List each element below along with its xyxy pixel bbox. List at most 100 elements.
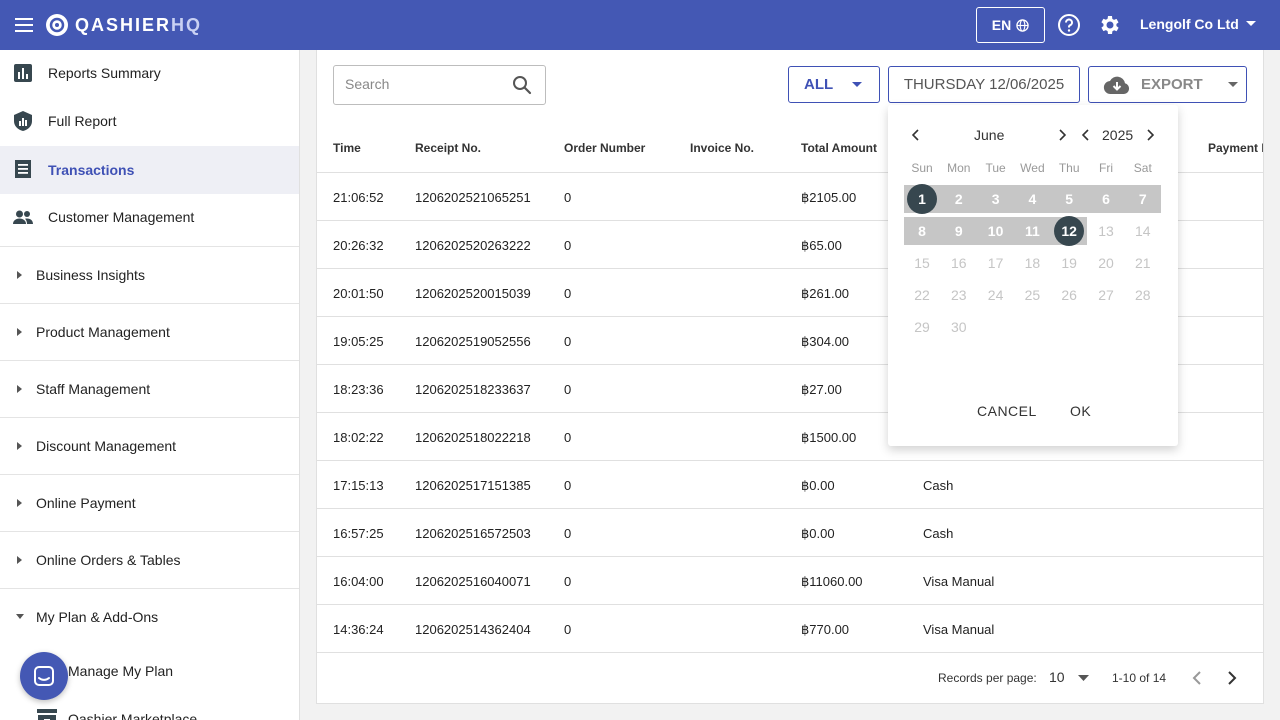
- menu-icon[interactable]: [14, 15, 34, 35]
- table-cell-receipt: 1206202514362404: [415, 622, 531, 637]
- logo-text: QASHIERHQ: [75, 14, 203, 35]
- logo[interactable]: QASHIERHQ: [45, 13, 202, 37]
- globe-icon: [1016, 18, 1029, 32]
- table-cell-order: 0: [564, 430, 572, 445]
- search-box[interactable]: [333, 65, 546, 105]
- prev-year-icon[interactable]: [1082, 129, 1090, 141]
- sidebar-item-full-report[interactable]: Full Report: [0, 98, 299, 144]
- table-cell-receipt: 1206202516040071: [415, 574, 531, 589]
- calendar-day[interactable]: 16: [944, 248, 974, 278]
- table-cell-payment: Cash: [923, 478, 954, 493]
- records-per-page-select[interactable]: 10: [1049, 669, 1065, 685]
- chevron-right-icon[interactable]: [1227, 671, 1237, 685]
- calendar-day[interactable]: 13: [1091, 216, 1121, 246]
- next-year-icon[interactable]: [1146, 129, 1154, 141]
- filter-all-button[interactable]: ALL: [788, 66, 880, 103]
- calendar-day[interactable]: 21: [1128, 248, 1158, 278]
- caret-right-icon: [17, 385, 22, 393]
- sidebar-group-discount-management[interactable]: Discount Management: [0, 417, 299, 473]
- date-picker-button[interactable]: THURSDAY 12/06/2025: [888, 66, 1080, 103]
- table-cell-order: 0: [564, 238, 572, 253]
- table-cell-order: 0: [564, 526, 572, 541]
- calendar-day[interactable]: 28: [1128, 280, 1158, 310]
- column-header[interactable]: Payment N: [1208, 141, 1263, 155]
- filter-label: ALL: [804, 76, 834, 93]
- ok-button[interactable]: OK: [1070, 403, 1091, 419]
- calendar-day[interactable]: 10: [981, 216, 1011, 246]
- table-cell-amount: ฿0.00: [801, 526, 835, 541]
- calendar-day[interactable]: 11: [1017, 216, 1047, 246]
- calendar-day[interactable]: 29: [907, 312, 937, 342]
- calendar-day[interactable]: 25: [1017, 280, 1047, 310]
- table-cell-amount: ฿261.00: [801, 286, 850, 301]
- calendar-day[interactable]: 15: [907, 248, 937, 278]
- calendar-day[interactable]: 3: [981, 184, 1011, 214]
- table-cell-time: 18:23:36: [333, 382, 384, 397]
- sidebar-group-staff-management[interactable]: Staff Management: [0, 360, 299, 416]
- language-label: EN: [991, 17, 1012, 33]
- cancel-button[interactable]: CANCEL: [977, 403, 1037, 419]
- sidebar-group-label: Discount Management: [36, 437, 177, 454]
- calendar-year[interactable]: 2025: [1102, 127, 1133, 143]
- calendar-day[interactable]: 24: [981, 280, 1011, 310]
- calendar-day[interactable]: 20: [1091, 248, 1121, 278]
- table-cell-time: 16:57:25: [333, 526, 384, 541]
- column-header[interactable]: Invoice No.: [690, 141, 754, 155]
- calendar-day[interactable]: 30: [944, 312, 974, 342]
- company-name[interactable]: Lengolf Co Ltd: [1140, 16, 1239, 32]
- weekday-label: Fri: [1099, 161, 1113, 175]
- weekday-label: Tue: [985, 161, 1006, 175]
- help-icon[interactable]: [1057, 13, 1081, 37]
- sidebar-group-business-insights[interactable]: Business Insights: [0, 246, 299, 302]
- column-header[interactable]: Receipt No.: [415, 141, 481, 155]
- weekday-label: Wed: [1020, 161, 1045, 175]
- sidebar-group-online-payment[interactable]: Online Payment: [0, 474, 299, 530]
- calendar-day[interactable]: 2: [944, 184, 974, 214]
- calendar-day[interactable]: 5: [1054, 184, 1084, 214]
- calendar-day[interactable]: 18: [1017, 248, 1047, 278]
- caret-right-icon: [17, 271, 22, 279]
- calendar-day[interactable]: 22: [907, 280, 937, 310]
- calendar-day[interactable]: 14: [1128, 216, 1158, 246]
- column-header[interactable]: Total Amount: [801, 141, 877, 155]
- sidebar-item-transactions[interactable]: Transactions: [0, 146, 299, 194]
- export-button[interactable]: EXPORT: [1088, 66, 1247, 103]
- next-month-icon[interactable]: [1058, 129, 1066, 141]
- calendar-day[interactable]: 8: [907, 216, 937, 246]
- sidebar-group-product-management[interactable]: Product Management: [0, 303, 299, 359]
- chevron-left-icon[interactable]: [1192, 671, 1202, 685]
- table-cell-receipt: 1206202517151385: [415, 478, 531, 493]
- table-cell-time: 20:26:32: [333, 238, 384, 253]
- calendar-day[interactable]: 27: [1091, 280, 1121, 310]
- calendar-day[interactable]: 7: [1128, 184, 1158, 214]
- gear-icon[interactable]: [1097, 13, 1121, 37]
- sidebar-group-label: Business Insights: [36, 266, 145, 283]
- calendar-day[interactable]: 17: [981, 248, 1011, 278]
- prev-month-icon[interactable]: [912, 129, 920, 141]
- chat-button[interactable]: [20, 652, 68, 700]
- sidebar-item-reports-summary[interactable]: Reports Summary: [0, 50, 299, 96]
- column-header[interactable]: Order Number: [564, 141, 645, 155]
- calendar-day[interactable]: 4: [1017, 184, 1047, 214]
- calendar-day[interactable]: 6: [1091, 184, 1121, 214]
- cloud-download-icon: [1103, 76, 1130, 94]
- sidebar-group-online-orders-tables[interactable]: Online Orders & Tables: [0, 531, 299, 587]
- chevron-down-icon[interactable]: [1245, 20, 1257, 28]
- column-header[interactable]: Time: [333, 141, 361, 155]
- calendar-day[interactable]: 9: [944, 216, 974, 246]
- search-input[interactable]: [345, 76, 505, 92]
- sidebar-item-customer-management[interactable]: Customer Management: [0, 194, 299, 240]
- language-button[interactable]: EN: [976, 7, 1045, 43]
- search-icon[interactable]: [512, 75, 532, 95]
- calendar-day[interactable]: 1: [907, 184, 937, 214]
- logo-icon: [46, 14, 68, 36]
- calendar-day[interactable]: 26: [1054, 280, 1084, 310]
- calendar-day[interactable]: 23: [944, 280, 974, 310]
- chevron-down-icon[interactable]: [1078, 675, 1089, 681]
- date-label: THURSDAY 12/06/2025: [903, 76, 1065, 93]
- sidebar-group-my-plan-add-ons[interactable]: My Plan & Add-Ons: [0, 588, 299, 644]
- row-divider: [317, 508, 1263, 509]
- calendar-day[interactable]: 19: [1054, 248, 1084, 278]
- calendar-month[interactable]: June: [974, 127, 1004, 143]
- calendar-day[interactable]: 12: [1054, 216, 1085, 246]
